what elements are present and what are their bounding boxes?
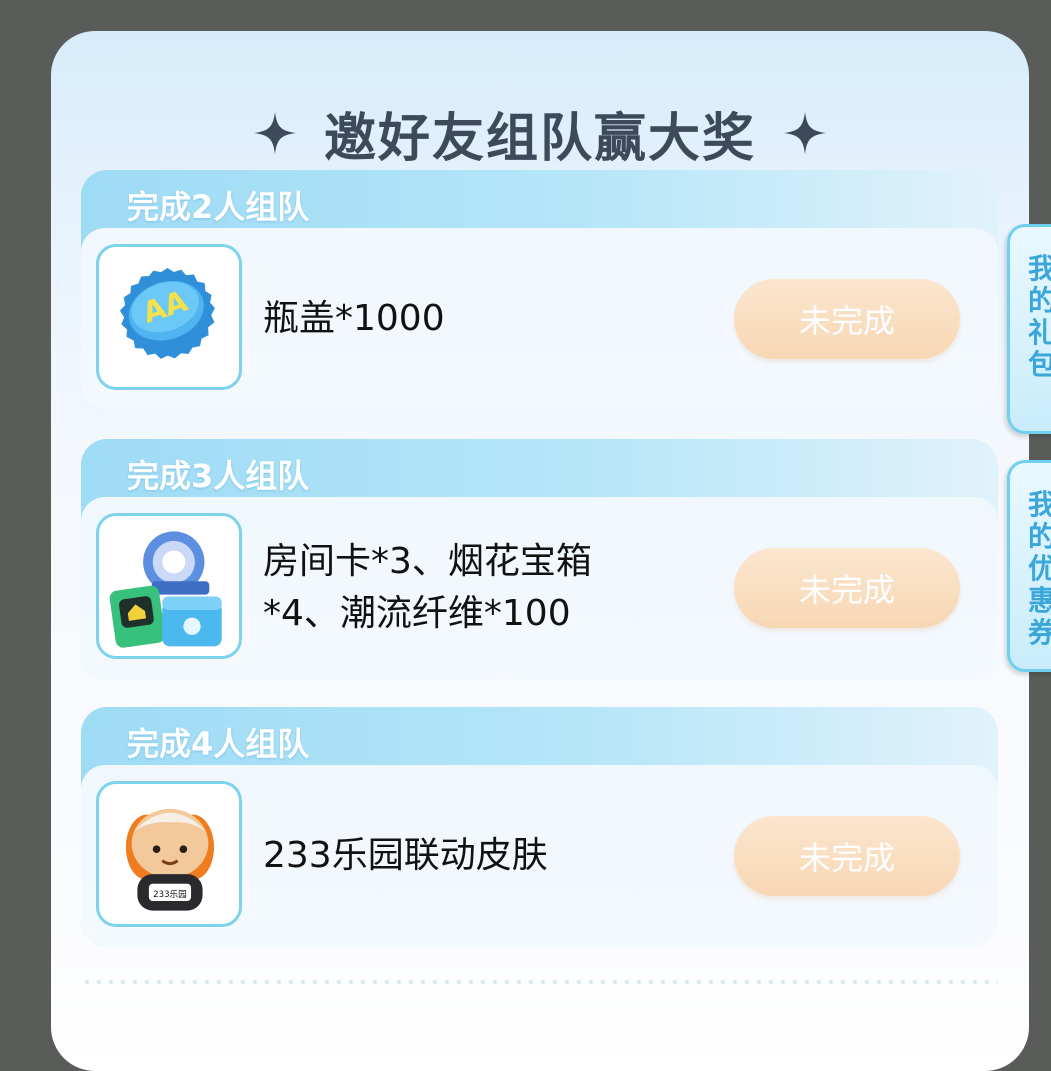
reward-text: 房间卡*3、烟花宝箱*4、潮流纤维*100 [263, 541, 592, 634]
task-heading: 完成2人组队 [127, 188, 310, 226]
task-body: 233乐园 233乐园联动皮肤 未完成 [81, 765, 998, 947]
status-button[interactable]: 未完成 [734, 279, 960, 359]
sparkle-icon [253, 112, 296, 154]
task-heading: 完成3人组队 [127, 457, 310, 495]
svg-text:233乐园: 233乐园 [153, 888, 187, 900]
task-card-4-members: 完成4人组队 233乐园 233乐园联动皮肤 未完成 [81, 707, 998, 947]
reward-text: 瓶盖*1000 [263, 298, 445, 339]
my-coupons-label: 我的优惠券 [1028, 488, 1051, 649]
mascot-skin-icon: 233乐园 [96, 781, 242, 927]
task-body: 房间卡*3、烟花宝箱*4、潮流纤维*100 未完成 [81, 497, 998, 679]
task-body: AA 瓶盖*1000 未完成 [81, 228, 998, 410]
status-button[interactable]: 未完成 [734, 816, 960, 896]
reward-text: 233乐园联动皮肤 [263, 835, 548, 876]
sparkle-icon [784, 112, 826, 154]
gift-bundle-icon [96, 513, 242, 659]
my-gifts-tab[interactable]: 我的礼包 [1007, 224, 1051, 434]
title-row: 邀好友组队赢大奖 [51, 93, 1029, 173]
my-gifts-label: 我的礼包 [1028, 252, 1051, 381]
invite-team-panel: 邀好友组队赢大奖 完成2人组队 AA 瓶盖*1000 未完成 完成3人组队 房间… [51, 31, 1029, 1071]
status-button[interactable]: 未完成 [734, 548, 960, 628]
page-title: 邀好友组队赢大奖 [323, 108, 756, 169]
task-card-3-members: 完成3人组队 房间卡*3、烟花宝箱*4、潮流纤维*100 未完成 [81, 439, 998, 679]
task-card-2-members: 完成2人组队 AA 瓶盖*1000 未完成 [81, 170, 998, 410]
task-heading: 完成4人组队 [127, 725, 310, 763]
dotted-divider [81, 979, 998, 985]
my-coupons-tab[interactable]: 我的优惠券 [1007, 460, 1051, 672]
bottle-cap-icon: AA [96, 244, 242, 390]
